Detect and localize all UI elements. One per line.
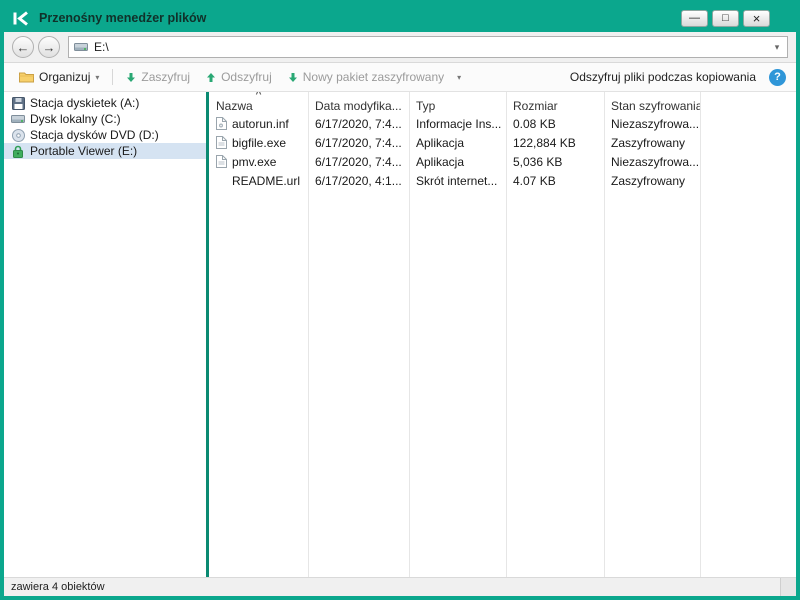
- sidebar-item-label: Stacja dyskietek (A:): [30, 96, 139, 110]
- encrypt-label: Zaszyfruj: [141, 70, 190, 84]
- file-size: 122,884 KB: [506, 136, 604, 150]
- address-bar[interactable]: E:\ ▾: [68, 36, 788, 58]
- navigation-bar: ← → E:\ ▾: [4, 32, 796, 63]
- new-package-dropdown-icon: ▾: [457, 73, 461, 82]
- drive-icon: [74, 41, 88, 53]
- column-header-size[interactable]: Rozmiar: [506, 92, 604, 114]
- file-row[interactable]: README.url 6/17/2020, 4:1... Skrót inter…: [209, 171, 796, 190]
- file-modified: 6/17/2020, 7:4...: [308, 155, 409, 169]
- column-header-label: Typ: [416, 99, 435, 113]
- sidebar-item-drive-d[interactable]: Stacja dysków DVD (D:): [4, 127, 206, 143]
- file-modified: 6/17/2020, 7:4...: [308, 136, 409, 150]
- column-header-label: Data modyfika...: [315, 99, 402, 113]
- close-button[interactable]: ×: [743, 10, 770, 27]
- resize-grip[interactable]: [780, 578, 796, 596]
- toolbar: Organizuj ▾ Zaszyfruj Odszyfruj Nowy pak…: [4, 63, 796, 92]
- window-title: Przenośny menedżer plików: [39, 11, 206, 25]
- drive-list: Stacja dyskietek (A:) Dysk lokalny (C:): [4, 92, 206, 577]
- file-type: Skrót internet...: [409, 174, 506, 188]
- decrypt-on-copy-button[interactable]: Odszyfruj pliki podczas kopiowania: [565, 67, 761, 87]
- column-header-modified[interactable]: Data modyfika...: [308, 92, 409, 114]
- file-row[interactable]: autorun.inf 6/17/2020, 7:4... Informacje…: [209, 114, 796, 133]
- file-size: 0.08 KB: [506, 117, 604, 131]
- titlebar: Przenośny menedżer plików — □ ×: [4, 4, 796, 32]
- column-separator: [604, 92, 605, 577]
- sidebar-item-drive-c[interactable]: Dysk lokalny (C:): [4, 111, 206, 127]
- column-header-name[interactable]: ^ Nazwa: [209, 92, 308, 114]
- status-text: zawiera 4 obiektów: [11, 581, 105, 593]
- file-modified: 6/17/2020, 7:4...: [308, 117, 409, 131]
- file-name: pmv.exe: [232, 155, 276, 169]
- file-size: 4.07 KB: [506, 174, 604, 188]
- main-content: Stacja dyskietek (A:) Dysk lokalny (C:): [4, 92, 796, 577]
- file-type: Aplikacja: [409, 155, 506, 169]
- column-separator: [506, 92, 507, 577]
- file-name: README.url: [232, 174, 300, 188]
- floppy-icon: [11, 97, 25, 110]
- column-header-label: Stan szyfrowania: [611, 99, 700, 113]
- new-encrypted-package-button[interactable]: Nowy pakiet zaszyfrowany ▾: [283, 67, 466, 87]
- address-dropdown-icon[interactable]: ▾: [769, 42, 785, 53]
- sidebar-item-label: Portable Viewer (E:): [30, 144, 137, 158]
- folder-icon: [19, 71, 34, 83]
- new-encrypted-package-label: Nowy pakiet zaszyfrowany: [303, 70, 444, 84]
- column-header-filler: [700, 92, 796, 114]
- address-text: E:\: [94, 40, 769, 54]
- application-file-icon: [216, 136, 227, 149]
- sidebar-item-label: Stacja dysków DVD (D:): [30, 128, 159, 142]
- encrypt-button[interactable]: Zaszyfruj: [121, 67, 195, 87]
- sidebar-item-label: Dysk lokalny (C:): [30, 112, 121, 126]
- file-name: bigfile.exe: [232, 136, 286, 150]
- portable-file-manager-window: Przenośny menedżer plików — □ × ← → E:\ …: [0, 0, 800, 600]
- file-encryption: Niezaszyfrowa...: [604, 155, 700, 169]
- status-bar: zawiera 4 obiektów: [4, 577, 796, 596]
- file-row[interactable]: bigfile.exe 6/17/2020, 7:4... Aplikacja …: [209, 133, 796, 152]
- maximize-button[interactable]: □: [712, 10, 739, 27]
- file-encryption: Niezaszyfrowa...: [604, 117, 700, 131]
- file-size: 5,036 KB: [506, 155, 604, 169]
- arrow-down-green-icon: [288, 72, 298, 83]
- lock-icon: [11, 145, 25, 158]
- decrypt-label: Odszyfruj: [221, 70, 272, 84]
- arrow-down-green-icon: [126, 72, 136, 83]
- file-row[interactable]: pmv.exe 6/17/2020, 7:4... Aplikacja 5,03…: [209, 152, 796, 171]
- sidebar-item-drive-e[interactable]: Portable Viewer (E:): [4, 143, 206, 159]
- back-button[interactable]: ←: [12, 36, 34, 58]
- setup-info-file-icon: [216, 117, 227, 130]
- file-list-pane: ^ Nazwa Data modyfika... Typ Rozmiar Sta…: [209, 92, 796, 577]
- column-separator: [409, 92, 410, 577]
- help-icon[interactable]: ?: [769, 69, 786, 86]
- decrypt-button[interactable]: Odszyfruj: [201, 67, 277, 87]
- file-list-header: ^ Nazwa Data modyfika... Typ Rozmiar Sta…: [209, 92, 796, 114]
- kaspersky-logo-icon: [12, 10, 32, 26]
- forward-button[interactable]: →: [38, 36, 60, 58]
- file-encryption: Zaszyfrowany: [604, 136, 700, 150]
- application-file-icon: [216, 155, 227, 168]
- harddisk-icon: [11, 113, 25, 125]
- file-name: autorun.inf: [232, 117, 289, 131]
- column-header-type[interactable]: Typ: [409, 92, 506, 114]
- toolbar-separator: [112, 69, 113, 85]
- toolbar-right-group: Odszyfruj pliki podczas kopiowania ?: [565, 67, 786, 87]
- sidebar-item-drive-a[interactable]: Stacja dyskietek (A:): [4, 95, 206, 111]
- arrow-up-green-icon: [206, 72, 216, 83]
- organize-button[interactable]: Organizuj ▾: [14, 67, 104, 87]
- organize-label: Organizuj: [39, 70, 90, 84]
- file-type: Informacje Ins...: [409, 117, 506, 131]
- column-header-label: Rozmiar: [513, 99, 558, 113]
- minimize-button[interactable]: —: [681, 10, 708, 27]
- column-header-encryption[interactable]: Stan szyfrowania: [604, 92, 700, 114]
- organize-dropdown-icon: ▾: [95, 73, 99, 82]
- column-separator: [700, 92, 701, 577]
- file-encryption: Zaszyfrowany: [604, 174, 700, 188]
- file-modified: 6/17/2020, 4:1...: [308, 174, 409, 188]
- column-separator: [308, 92, 309, 577]
- decrypt-on-copy-label: Odszyfruj pliki podczas kopiowania: [570, 70, 756, 84]
- column-header-label: Nazwa: [216, 99, 253, 113]
- sort-ascending-icon: ^: [209, 92, 308, 100]
- file-type: Aplikacja: [409, 136, 506, 150]
- window-controls: — □ ×: [681, 10, 770, 27]
- dvd-icon: [11, 129, 25, 142]
